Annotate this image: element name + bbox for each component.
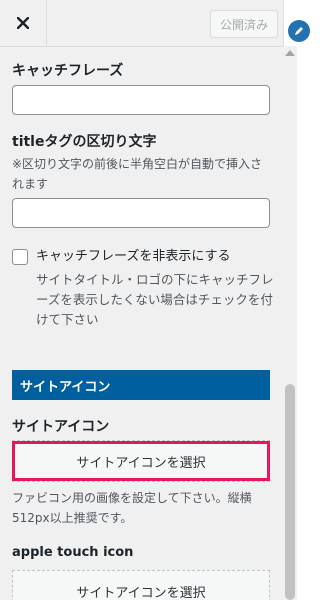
title-separator-label: titleタグの区切り文字: [12, 134, 157, 150]
scroll-thumb[interactable]: [285, 384, 295, 600]
close-button[interactable]: [0, 0, 47, 46]
site-icon-section-bar: サイトアイコン: [12, 370, 270, 400]
hide-catchphrase-description: サイトタイトル・ロゴの下にキャッチフレーズを表示したくない場合はチェックを付けて…: [36, 272, 274, 327]
site-icon-description: ファビコン用の画像を設定して下さい。縦横512px以上推奨です。: [12, 491, 252, 525]
catchphrase-label: キャッチフレーズ: [12, 63, 124, 79]
panel-header: 公開済み: [0, 0, 283, 47]
customizer-panel: 公開済み キャッチフレーズ titleタグの区切り文字 ※区切り文字の前後に半角…: [0, 0, 284, 600]
pencil-icon: [295, 27, 303, 35]
site-icon-label: サイトアイコン: [12, 419, 110, 435]
title-separator-description: ※区切り文字の前後に半角空白が自動で挿入されます: [12, 157, 263, 191]
hide-catchphrase-label[interactable]: キャッチフレーズを非表示にする: [36, 247, 230, 267]
apple-touch-icon-label: apple touch icon: [12, 545, 134, 560]
hide-catchphrase-checkbox[interactable]: [12, 249, 28, 265]
catchphrase-input[interactable]: [12, 85, 270, 115]
title-separator-input[interactable]: [12, 198, 270, 228]
select-apple-touch-icon-button[interactable]: サイトアイコンを選択: [12, 570, 270, 600]
hide-catchphrase-row[interactable]: キャッチフレーズを非表示にする: [12, 247, 230, 267]
publish-button[interactable]: 公開済み: [210, 10, 278, 38]
close-icon: [17, 17, 29, 29]
scroll-up-icon[interactable]: [285, 50, 295, 56]
edit-shortcut-button[interactable]: [288, 20, 310, 42]
select-site-icon-button[interactable]: サイトアイコンを選択: [12, 440, 270, 482]
panel-scrollbar[interactable]: [283, 46, 297, 600]
